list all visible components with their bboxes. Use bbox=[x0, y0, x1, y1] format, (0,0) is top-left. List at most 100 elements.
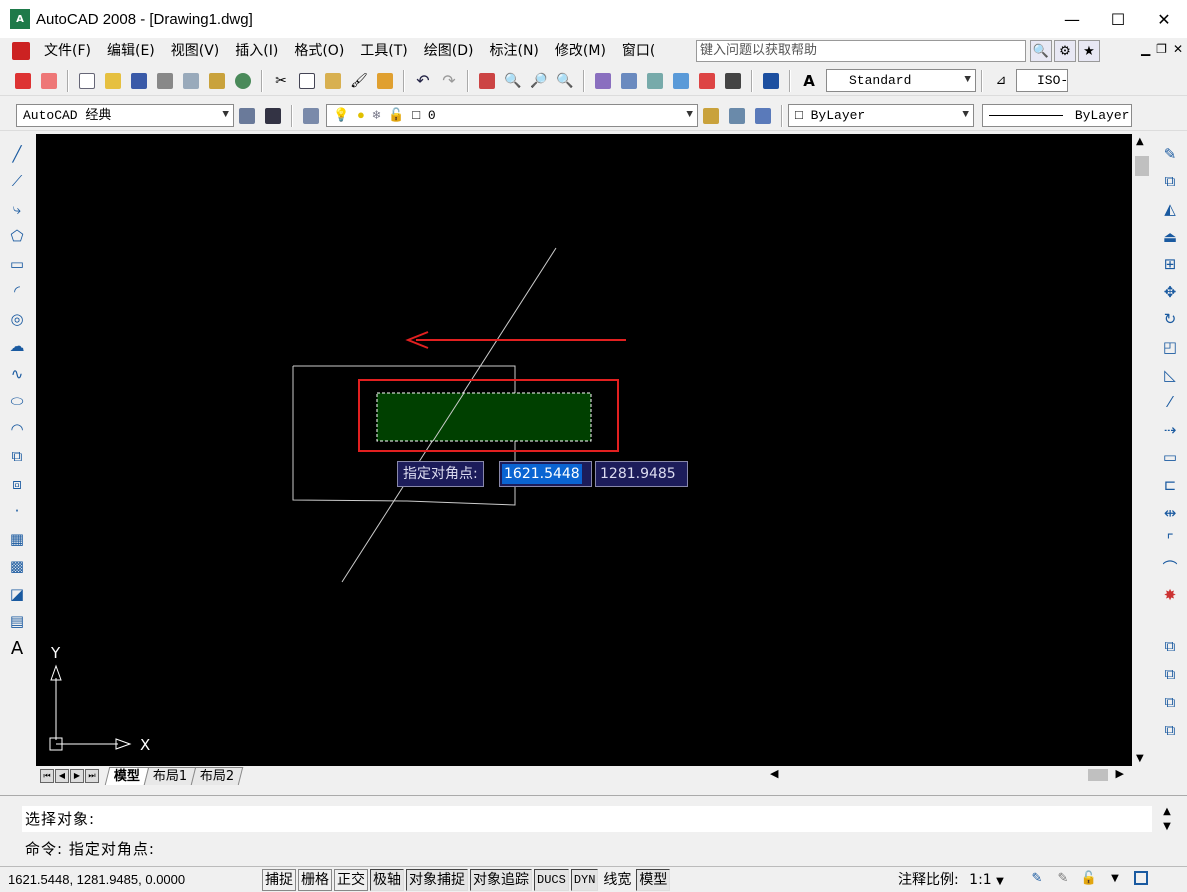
drawing-svg[interactable]: Y X bbox=[36, 134, 1132, 766]
color-select[interactable]: □ ByLayer ▼ bbox=[788, 104, 974, 127]
menu-tools[interactable]: 工具(T) bbox=[352, 38, 415, 64]
command-scrollbar[interactable]: ▲ ▼ bbox=[1158, 806, 1176, 862]
join-icon[interactable]: ⇹ bbox=[1153, 499, 1187, 527]
layer-previous-icon[interactable] bbox=[726, 105, 748, 127]
design-center-icon[interactable] bbox=[618, 70, 640, 92]
menu-insert[interactable]: 插入(I) bbox=[227, 38, 286, 64]
block-editor-icon[interactable] bbox=[374, 70, 396, 92]
dim-style-icon[interactable]: ⊿ bbox=[990, 70, 1012, 92]
doc-minimize-icon[interactable]: ▁ bbox=[1141, 42, 1150, 56]
text-style-select[interactable]: Standard ▼ bbox=[826, 69, 976, 92]
publish-icon[interactable] bbox=[206, 70, 228, 92]
snap-toggle[interactable]: 捕捉 bbox=[262, 868, 296, 891]
polygon-icon[interactable]: ⬠ bbox=[0, 223, 34, 251]
open-file-icon[interactable] bbox=[102, 70, 124, 92]
chamfer-icon[interactable]: ⌜ bbox=[1153, 526, 1187, 554]
polar-toggle[interactable]: 极轴 bbox=[370, 868, 404, 891]
copy-object-icon[interactable]: ⧉ bbox=[1153, 168, 1187, 196]
fillet-icon[interactable]: ⌒ bbox=[1153, 554, 1187, 582]
mirror-icon[interactable]: ◭ bbox=[1153, 195, 1187, 223]
layer-states-icon[interactable] bbox=[752, 105, 774, 127]
doc-restore-icon[interactable]: ❐ bbox=[1156, 42, 1167, 56]
status-menu-icon[interactable]: ▼ bbox=[1106, 869, 1124, 887]
tool-palettes-icon[interactable] bbox=[644, 70, 666, 92]
move-icon[interactable]: ✥ bbox=[1153, 278, 1187, 306]
menu-modify[interactable]: 修改(M) bbox=[547, 38, 614, 64]
insert-block-icon[interactable]: ⧉ bbox=[0, 443, 34, 471]
region-icon[interactable]: ◪ bbox=[0, 580, 34, 608]
dynamic-input-x[interactable]: 1621.5448 bbox=[499, 461, 592, 487]
scroll-thumb[interactable] bbox=[1135, 156, 1149, 176]
bring-above-icon[interactable]: ⧉ bbox=[1153, 688, 1187, 716]
scale-icon[interactable]: ◰ bbox=[1153, 333, 1187, 361]
document-icon[interactable] bbox=[12, 42, 30, 60]
toolbar-lock-icon[interactable]: 🔓 bbox=[1080, 869, 1098, 887]
maximize-button[interactable]: ☐ bbox=[1095, 0, 1141, 38]
new-file-icon[interactable] bbox=[76, 70, 98, 92]
match-properties-icon[interactable]: 🖌 bbox=[348, 70, 370, 92]
scroll-down-icon[interactable]: ▼ bbox=[1158, 821, 1176, 832]
grid-toggle[interactable]: 栅格 bbox=[298, 868, 332, 891]
layer-manager-icon[interactable] bbox=[300, 105, 322, 127]
zoom-realtime-icon[interactable]: 🔍 bbox=[502, 70, 524, 92]
drawing-canvas[interactable]: Y X 指定对角点: 1621.5448 1281.9485 bbox=[36, 134, 1132, 766]
ellipse-icon[interactable]: ⬭ bbox=[0, 388, 34, 416]
array-icon[interactable]: ⊞ bbox=[1153, 250, 1187, 278]
scroll-up-icon[interactable]: ▲ bbox=[1158, 806, 1176, 817]
markup-icon[interactable] bbox=[696, 70, 718, 92]
first-tab-icon[interactable]: ⏮ bbox=[40, 768, 54, 783]
sheet-set-icon[interactable] bbox=[670, 70, 692, 92]
properties-icon[interactable] bbox=[592, 70, 614, 92]
cut-icon[interactable]: ✂ bbox=[270, 70, 292, 92]
workspace-settings-icon[interactable] bbox=[236, 105, 258, 127]
menu-file[interactable]: 文件(F) bbox=[36, 38, 99, 64]
erase-icon[interactable]: ✎ bbox=[1153, 140, 1187, 168]
pan-realtime-icon[interactable] bbox=[476, 70, 498, 92]
doc-close-icon[interactable]: ✕ bbox=[1173, 42, 1183, 56]
menu-dimension[interactable]: 标注(N) bbox=[482, 38, 547, 64]
stretch-icon[interactable]: ◺ bbox=[1153, 361, 1187, 389]
workspace-select[interactable]: AutoCAD 经典 ▼ bbox=[16, 104, 234, 127]
linetype-select[interactable]: ByLayer bbox=[982, 104, 1132, 127]
text-style-icon[interactable]: A bbox=[798, 70, 820, 92]
extend-icon[interactable]: ⇢ bbox=[1153, 416, 1187, 444]
paste-icon[interactable] bbox=[322, 70, 344, 92]
line-icon[interactable]: ╱ bbox=[0, 140, 34, 168]
arc-icon[interactable]: ◜ bbox=[0, 278, 34, 306]
offset-icon[interactable]: ⏏ bbox=[1153, 223, 1187, 251]
dynamic-input-y[interactable]: 1281.9485 bbox=[595, 461, 688, 487]
lineweight-toggle[interactable]: 线宽 bbox=[600, 868, 635, 891]
tab-layout2[interactable]: 布局2 bbox=[191, 766, 244, 785]
annotation-scale[interactable]: 注释比例: 1:1 ▼ bbox=[898, 869, 1004, 889]
ortho-toggle[interactable]: 正交 bbox=[334, 868, 368, 891]
zoom-previous-icon[interactable]: 🔍 bbox=[554, 70, 576, 92]
clean-screen-icon[interactable] bbox=[262, 105, 284, 127]
save-icon[interactable] bbox=[128, 70, 150, 92]
send-to-back-icon[interactable]: ⧉ bbox=[1153, 660, 1187, 688]
pdf-export-icon[interactable] bbox=[12, 70, 34, 92]
next-tab-icon[interactable]: ▶ bbox=[70, 768, 84, 783]
osnap-toggle[interactable]: 对象捕捉 bbox=[406, 868, 468, 891]
canvas-vertical-scrollbar[interactable]: ▲ ▼ bbox=[1132, 134, 1152, 766]
point-icon[interactable]: · bbox=[0, 498, 34, 526]
gradient-icon[interactable]: ▩ bbox=[0, 553, 34, 581]
menu-window[interactable]: 窗口(W) bbox=[614, 38, 654, 64]
minimize-button[interactable]: — bbox=[1049, 0, 1095, 38]
send-under-icon[interactable]: ⧉ bbox=[1153, 716, 1187, 744]
tab-layout1[interactable]: 布局1 bbox=[143, 766, 197, 785]
clean-screen-toggle-icon[interactable] bbox=[1132, 869, 1150, 887]
tab-model[interactable]: 模型 bbox=[104, 766, 150, 785]
otrack-toggle[interactable]: 对象追踪 bbox=[470, 868, 532, 891]
polyline-icon[interactable]: ⤷ bbox=[0, 195, 34, 223]
rotate-icon[interactable]: ↻ bbox=[1153, 306, 1187, 334]
prev-tab-icon[interactable]: ◀ bbox=[55, 768, 69, 783]
table-icon[interactable]: ▤ bbox=[0, 608, 34, 636]
scroll-right-icon[interactable]: ▶ bbox=[1116, 767, 1124, 780]
spline-icon[interactable]: ∿ bbox=[0, 360, 34, 388]
scroll-down-icon[interactable]: ▼ bbox=[1136, 753, 1144, 764]
horizontal-scrollbar[interactable]: ◀ ▶ bbox=[758, 767, 1132, 783]
multiline-text-icon[interactable]: A bbox=[0, 635, 34, 663]
menu-edit[interactable]: 编辑(E) bbox=[99, 38, 163, 64]
construction-line-icon[interactable]: ⟋ bbox=[0, 168, 34, 196]
command-input-line[interactable]: 命令: 指定对角点: bbox=[22, 836, 1152, 862]
